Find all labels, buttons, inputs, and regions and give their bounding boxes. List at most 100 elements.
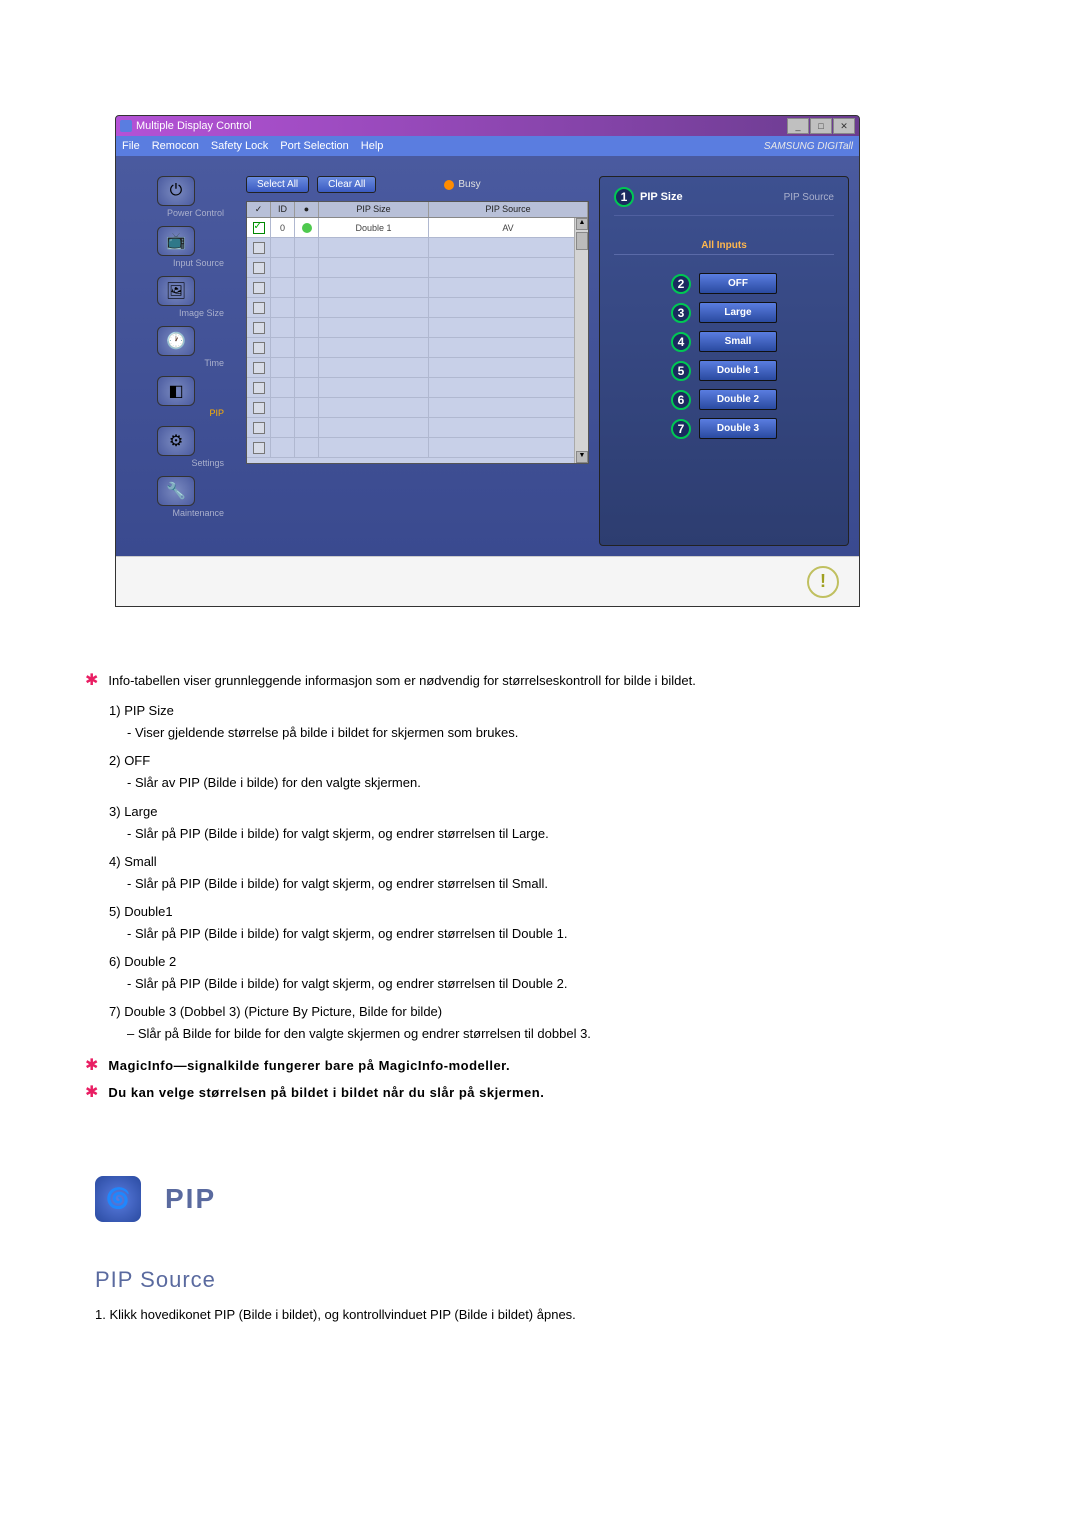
- double3-button[interactable]: Double 3: [699, 418, 777, 439]
- table-row: [247, 438, 588, 458]
- desc-item: 7) Double 3 (Dobbel 3) (Picture By Pictu…: [109, 1001, 1015, 1045]
- checkbox-empty[interactable]: [253, 302, 265, 314]
- sidebar-item-pip[interactable]: ◧ PIP: [124, 376, 228, 418]
- checkbox-empty[interactable]: [253, 322, 265, 334]
- scroll-thumb[interactable]: [576, 232, 588, 250]
- checkbox-empty[interactable]: [253, 382, 265, 394]
- callout-4: 4: [671, 332, 691, 352]
- sidebar-item-input[interactable]: 📺 Input Source: [124, 226, 228, 268]
- pip-section-icon: 🌀: [95, 1176, 141, 1222]
- rp-section-head: All Inputs: [614, 240, 834, 255]
- checkbox-empty[interactable]: [253, 442, 265, 454]
- table-row: [247, 398, 588, 418]
- sidebar-item-power[interactable]: ⏻ Power Control: [124, 176, 228, 218]
- main-area: ⏻ Power Control 📺 Input Source 🖼 Image S…: [116, 156, 859, 556]
- callout-3: 3: [671, 303, 691, 323]
- rp-sub-label: PIP Source: [784, 192, 834, 203]
- window-controls: _ □ ✕: [787, 118, 855, 134]
- app-window: Multiple Display Control _ □ ✕ File Remo…: [115, 115, 860, 607]
- intro-line: ✱ Info-tabellen viser grunnleggende info…: [85, 667, 1015, 694]
- desc-item: 2) OFF- Slår av PIP (Bilde i bilde) for …: [109, 750, 1015, 794]
- desc-item: 1) PIP Size- Viser gjeldende størrelse p…: [109, 700, 1015, 744]
- scroll-up-icon[interactable]: ▲: [576, 218, 588, 230]
- busy-indicator: Busy: [444, 179, 480, 190]
- image-icon: 🖼: [157, 276, 195, 306]
- checkbox-empty[interactable]: [253, 262, 265, 274]
- minimize-button[interactable]: _: [787, 118, 809, 134]
- scroll-down-icon[interactable]: ▼: [576, 451, 588, 463]
- settings-icon: ⚙: [157, 426, 195, 456]
- large-button[interactable]: Large: [699, 302, 777, 323]
- busy-dot-icon: [444, 180, 454, 190]
- table-row: [247, 318, 588, 338]
- menu-safety[interactable]: Safety Lock: [211, 140, 268, 152]
- col-id[interactable]: ID: [271, 202, 295, 217]
- menu-help[interactable]: Help: [361, 140, 384, 152]
- checkbox-empty[interactable]: [253, 422, 265, 434]
- grid-body: 0 Double 1 AV: [247, 218, 588, 463]
- toolbar: Select All Clear All Busy: [246, 176, 589, 193]
- table-row: [247, 278, 588, 298]
- note-line: ✱ MagicInfo—signalkilde fungerer bare på…: [85, 1052, 1015, 1079]
- window-title: Multiple Display Control: [136, 120, 252, 132]
- callout-1: 1: [614, 187, 634, 207]
- col-pip-size[interactable]: PIP Size: [319, 202, 429, 217]
- off-button[interactable]: OFF: [699, 273, 777, 294]
- sidebar-item-settings[interactable]: ⚙ Settings: [124, 426, 228, 468]
- sidebar: ⏻ Power Control 📺 Input Source 🖼 Image S…: [116, 156, 236, 556]
- pip-icon: ◧: [157, 376, 195, 406]
- double1-button[interactable]: Double 1: [699, 360, 777, 381]
- desc-item: 3) Large- Slår på PIP (Bilde i bilde) fo…: [109, 801, 1015, 845]
- checkbox-checked[interactable]: [253, 222, 265, 234]
- scrollbar-vertical[interactable]: ▲ ▼: [574, 218, 588, 463]
- callout-5: 5: [671, 361, 691, 381]
- small-button[interactable]: Small: [699, 331, 777, 352]
- description: ✱ Info-tabellen viser grunnleggende info…: [85, 667, 1015, 1106]
- table-row: [247, 418, 588, 438]
- warning-icon: !: [807, 566, 839, 598]
- sidebar-item-image[interactable]: 🖼 Image Size: [124, 276, 228, 318]
- rp-buttons: 2OFF 3Large 4Small 5Double 1 6Double 2 7…: [614, 273, 834, 439]
- col-check[interactable]: ✓: [247, 202, 271, 217]
- col-pip-source[interactable]: PIP Source: [429, 202, 588, 217]
- col-status[interactable]: ●: [295, 202, 319, 217]
- checkbox-empty[interactable]: [253, 402, 265, 414]
- checkbox-empty[interactable]: [253, 282, 265, 294]
- checkbox-empty[interactable]: [253, 342, 265, 354]
- table-row: [247, 298, 588, 318]
- pip-title: PIP: [165, 1183, 216, 1215]
- left-panel: Select All Clear All Busy ✓ ID ● PIP Siz…: [246, 176, 589, 546]
- menu-file[interactable]: File: [122, 140, 140, 152]
- star-icon: ✱: [85, 1052, 98, 1079]
- pip-source-step: 1. Klikk hovedikonet PIP (Bilde i bildet…: [95, 1307, 1015, 1322]
- pip-source-heading: PIP Source: [95, 1267, 1015, 1293]
- desc-item: 5) Double1- Slår på PIP (Bilde i bilde) …: [109, 901, 1015, 945]
- callout-6: 6: [671, 390, 691, 410]
- clear-all-button[interactable]: Clear All: [317, 176, 376, 193]
- rp-title-row: 1 PIP Size: [614, 187, 683, 207]
- table-row: [247, 358, 588, 378]
- menu-remocon[interactable]: Remocon: [152, 140, 199, 152]
- select-all-button[interactable]: Select All: [246, 176, 309, 193]
- pip-heading: 🌀 PIP: [95, 1176, 1015, 1222]
- brand-label: SAMSUNG DIGITall: [764, 141, 853, 152]
- checkbox-empty[interactable]: [253, 362, 265, 374]
- status-bar: !: [116, 556, 859, 606]
- close-button[interactable]: ✕: [833, 118, 855, 134]
- table-row: [247, 338, 588, 358]
- sidebar-item-maintenance[interactable]: 🔧 Maintenance: [124, 476, 228, 518]
- table-row[interactable]: 0 Double 1 AV: [247, 218, 588, 238]
- checkbox-empty[interactable]: [253, 242, 265, 254]
- display-grid: ✓ ID ● PIP Size PIP Source 0 Double 1 AV: [246, 201, 589, 464]
- content-area: Select All Clear All Busy ✓ ID ● PIP Siz…: [236, 156, 859, 556]
- maximize-button[interactable]: □: [810, 118, 832, 134]
- rp-header: 1 PIP Size PIP Source: [614, 187, 834, 216]
- title-bar: Multiple Display Control _ □ ✕: [116, 116, 859, 136]
- status-dot-icon: [302, 223, 312, 233]
- double2-button[interactable]: Double 2: [699, 389, 777, 410]
- sidebar-item-time[interactable]: 🕐 Time: [124, 326, 228, 368]
- callout-7: 7: [671, 419, 691, 439]
- right-panel: 1 PIP Size PIP Source All Inputs 2OFF 3L…: [599, 176, 849, 546]
- menu-port[interactable]: Port Selection: [280, 140, 348, 152]
- desc-item: 6) Double 2- Slår på PIP (Bilde i bilde)…: [109, 951, 1015, 995]
